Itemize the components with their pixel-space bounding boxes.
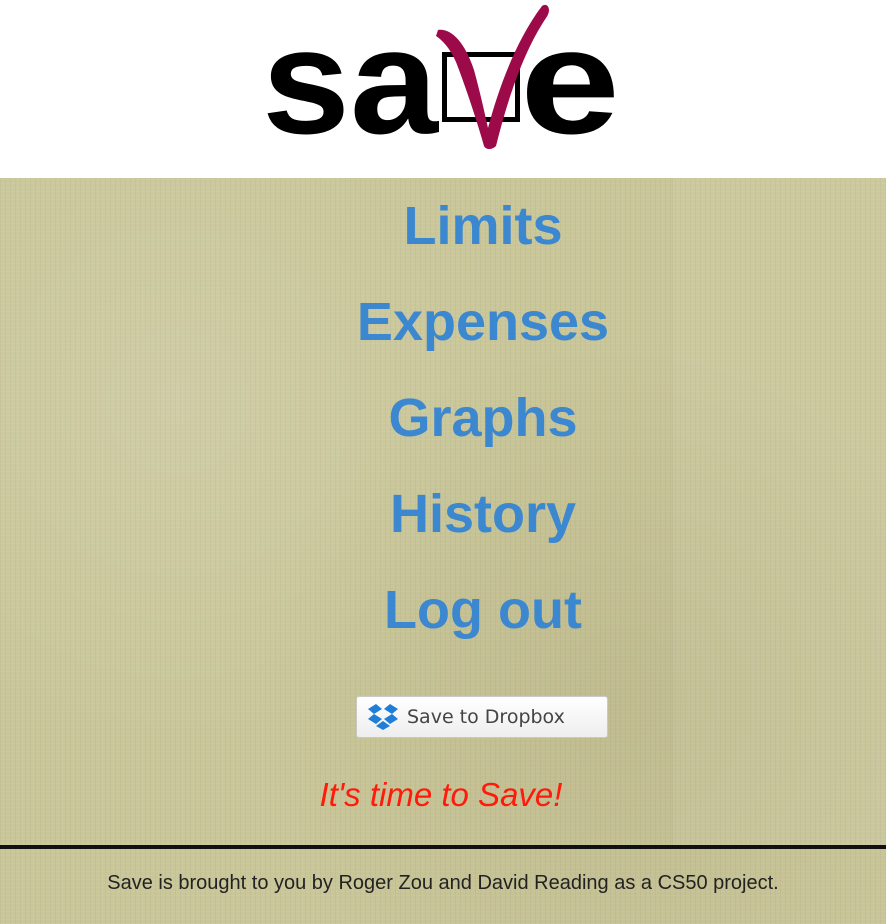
nav-link-expenses[interactable]: Expenses: [240, 292, 726, 352]
nav-link-log-out[interactable]: Log out: [240, 580, 726, 640]
save-to-dropbox-button[interactable]: Save to Dropbox: [356, 696, 608, 738]
checkmark-icon: [436, 4, 549, 150]
footer-divider: [0, 845, 886, 849]
save-logo[interactable]: sa e: [262, 0, 620, 150]
footer-credits: Save is brought to you by Roger Zou and …: [107, 872, 779, 894]
main-panel: Limits Expenses Graphs History Log out S…: [0, 178, 886, 924]
tagline: It's time to Save!: [319, 776, 563, 813]
nav-link-graphs[interactable]: Graphs: [240, 388, 726, 448]
nav-link-limits[interactable]: Limits: [240, 196, 726, 256]
header: sa e: [0, 0, 886, 178]
nav-link-history[interactable]: History: [240, 484, 726, 544]
dropbox-button-label: Save to Dropbox: [407, 706, 565, 728]
svg-text:sa: sa: [262, 0, 440, 150]
dropbox-icon: [368, 704, 398, 730]
